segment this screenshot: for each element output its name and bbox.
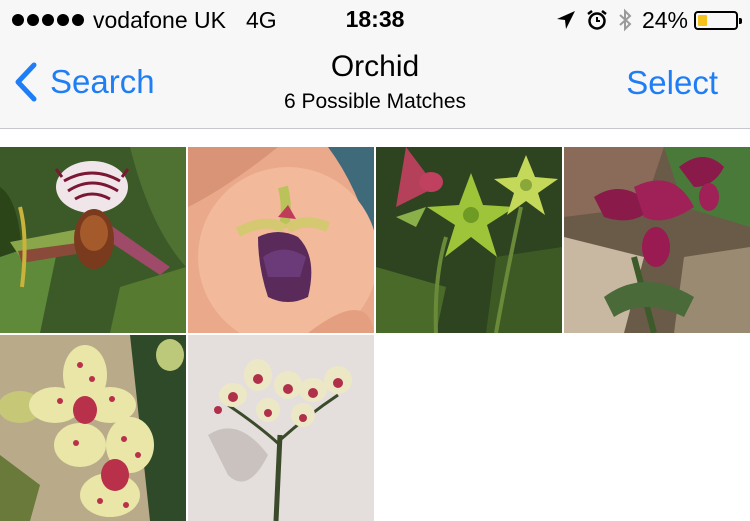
photo-striped-slipper-orchid[interactable]	[0, 147, 186, 333]
photo-green-star-flowers[interactable]	[376, 147, 562, 333]
status-bar: vodafone UK 4G 18:38 24%	[0, 0, 750, 40]
battery-fill	[698, 14, 707, 26]
battery-percent: 24%	[641, 6, 688, 33]
photo-magenta-slipper-orchids[interactable]	[564, 147, 750, 333]
location-arrow-icon	[556, 10, 576, 30]
select-button[interactable]: Select	[626, 64, 718, 102]
status-right: 24%	[546, 6, 742, 34]
battery-icon	[694, 10, 742, 30]
alarm-icon	[586, 9, 608, 31]
navigation-bar: Search Orchid 6 Possible Matches Select	[0, 40, 750, 129]
photo-spotted-phalaenopsis[interactable]	[0, 335, 186, 521]
bluetooth-icon	[618, 8, 632, 32]
photo-orchid-spray-on-white[interactable]	[188, 335, 374, 521]
photo-tiny-orchid-on-fingertip[interactable]	[188, 147, 374, 333]
